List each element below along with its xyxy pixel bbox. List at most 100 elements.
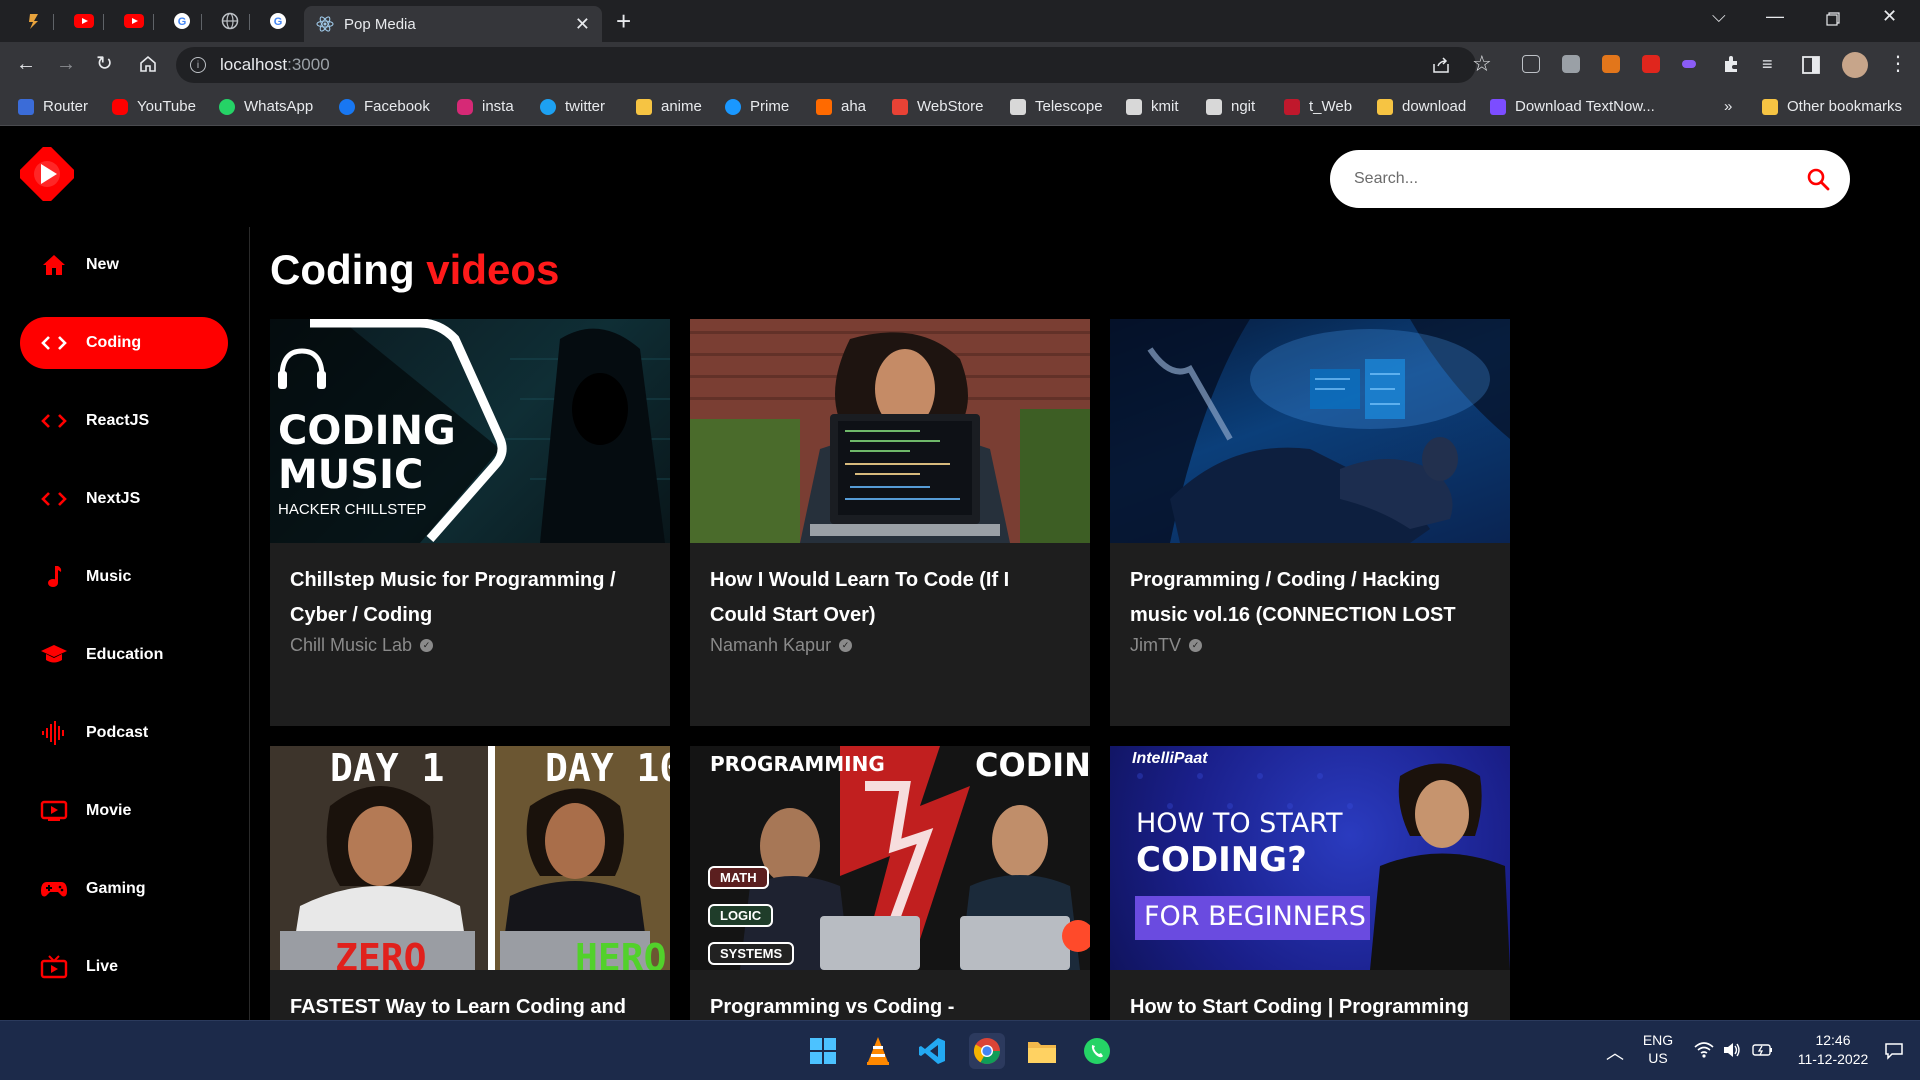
bookmark-insta[interactable]: insta: [457, 98, 514, 115]
sidebar-item-movie[interactable]: Movie: [20, 785, 228, 837]
facebook-icon: [339, 98, 355, 115]
video-title[interactable]: How I Would Learn To Code (If I Could St…: [710, 563, 1070, 633]
active-tab[interactable]: Pop Media ✕: [304, 6, 602, 42]
thumbnail-text: HOW TO START: [1136, 808, 1343, 839]
profile-avatar[interactable]: [1842, 52, 1868, 78]
video-card[interactable]: PROGRAMMING CODIN MATH LOGIC SYSTEMS Pro…: [690, 746, 1090, 1020]
bookmark-star-icon[interactable]: ☆: [1472, 52, 1492, 76]
taskbar-chrome[interactable]: [969, 1033, 1005, 1069]
bookmark-prime[interactable]: Prime: [725, 98, 789, 115]
bookmark-twitter[interactable]: twitter: [540, 98, 605, 115]
taskbar-whatsapp[interactable]: [1079, 1033, 1115, 1069]
restore-button[interactable]: [1826, 12, 1840, 26]
bookmark-webstore[interactable]: WebStore: [892, 98, 983, 115]
code-icon: [41, 414, 67, 428]
pinned-tab-youtube-2[interactable]: [114, 6, 154, 36]
bookmark-download-textnow[interactable]: Download TextNow...: [1490, 98, 1655, 115]
tweb-icon: [1284, 98, 1300, 115]
side-panel-icon[interactable]: [1802, 56, 1820, 74]
pinned-tab-youtube-1[interactable]: [64, 6, 104, 36]
video-title[interactable]: FASTEST Way to Learn Coding and: [290, 990, 650, 1020]
thumbnail-text: DAY 100: [545, 746, 670, 790]
bookmark-aha[interactable]: aha: [816, 98, 866, 115]
extension-link-icon[interactable]: [1682, 60, 1696, 68]
sidebar-item-music[interactable]: Music: [20, 551, 228, 603]
browser-tab-strip: G G Pop Media ✕ + ⌵ — ✕: [0, 0, 1920, 42]
extension-camera-icon[interactable]: [1562, 55, 1580, 73]
tab-search-chevron-icon[interactable]: ⌵: [1712, 6, 1726, 27]
video-card[interactable]: How I Would Learn To Code (If I Could St…: [690, 319, 1090, 726]
bookmark-other-bookmarks[interactable]: Other bookmarks: [1762, 98, 1902, 115]
share-icon[interactable]: [1432, 56, 1450, 74]
address-bar[interactable]: i localhost:3000: [176, 47, 1476, 83]
textnow-icon: [1490, 98, 1506, 115]
taskbar-file-explorer[interactable]: [1024, 1033, 1060, 1069]
sidebar-item-podcast[interactable]: Podcast: [20, 707, 228, 759]
bookmark-facebook[interactable]: Facebook: [339, 98, 430, 115]
sidebar-item-new[interactable]: New: [20, 239, 228, 291]
video-card[interactable]: CODING MUSIC HACKER CHILLSTEP Chillstep …: [270, 319, 670, 726]
bookmark-telescope[interactable]: Telescope: [1010, 98, 1103, 115]
sidebar-item-coding[interactable]: Coding: [20, 317, 228, 369]
media-queue-icon[interactable]: ≡: [1762, 52, 1773, 76]
wifi-icon[interactable]: [1694, 1041, 1714, 1059]
taskbar-vscode[interactable]: [914, 1033, 950, 1069]
video-title[interactable]: Programming vs Coding - What&#39;s: [710, 990, 1070, 1020]
home-button[interactable]: [138, 54, 158, 74]
sidebar-item-live[interactable]: Live: [20, 941, 228, 993]
volume-icon[interactable]: [1722, 1041, 1742, 1059]
notifications-icon[interactable]: [1884, 1040, 1904, 1060]
video-card[interactable]: IntelliPaat HOW TO START CODING? FOR BEG…: [1110, 746, 1510, 1020]
video-title[interactable]: Programming / Coding / Hacking music vol…: [1130, 563, 1490, 633]
thumbnail-text: CODIN: [975, 746, 1090, 784]
video-card[interactable]: DAY 1 DAY 100 ZERO HERO FASTEST Way to L…: [270, 746, 670, 1020]
taskbar-vlc[interactable]: [860, 1033, 896, 1069]
bookmark-whatsapp[interactable]: WhatsApp: [219, 98, 313, 115]
pinned-tab-globe[interactable]: [210, 6, 250, 36]
bookmark-download[interactable]: download: [1377, 98, 1466, 115]
bookmark-kmit[interactable]: kmit: [1126, 98, 1179, 115]
pop-media-logo[interactable]: [20, 147, 74, 201]
pinned-tab-google-2[interactable]: G: [258, 6, 298, 36]
system-clock[interactable]: 12:46 11-12-2022: [1790, 1031, 1876, 1069]
back-button[interactable]: ←: [16, 52, 36, 76]
language-indicator[interactable]: ENG US: [1638, 1031, 1678, 1067]
verified-icon: ✓: [1189, 639, 1202, 652]
bookmark-anime[interactable]: anime: [636, 98, 702, 115]
site-info-icon[interactable]: i: [190, 57, 206, 73]
new-tab-button[interactable]: +: [616, 8, 631, 34]
pinned-tab-1[interactable]: [14, 6, 54, 36]
metamask-icon[interactable]: [1602, 55, 1620, 73]
pdf-icon[interactable]: [1642, 55, 1660, 73]
minimize-button[interactable]: —: [1766, 6, 1784, 27]
show-hidden-icons-chevron[interactable]: ︿: [1606, 1039, 1624, 1065]
channel-name[interactable]: JimTV ✓: [1130, 635, 1490, 656]
battery-icon[interactable]: [1752, 1042, 1774, 1058]
sidebar-item-gaming[interactable]: Gaming: [20, 863, 228, 915]
start-button[interactable]: [805, 1033, 841, 1069]
extension-doc-icon[interactable]: [1522, 55, 1540, 73]
reload-button[interactable]: ↻: [96, 52, 113, 76]
sidebar-item-nextjs[interactable]: NextJS: [20, 473, 228, 525]
bookmark-router[interactable]: Router: [18, 98, 88, 115]
bookmark-ngit[interactable]: ngit: [1206, 98, 1255, 115]
video-title[interactable]: Chillstep Music for Programming / Cyber …: [290, 563, 650, 633]
bookmarks-overflow-button[interactable]: »: [1724, 98, 1732, 115]
video-card[interactable]: Programming / Coding / Hacking music vol…: [1110, 319, 1510, 726]
close-window-button[interactable]: ✕: [1882, 6, 1897, 27]
channel-name[interactable]: Namanh Kapur ✓: [710, 635, 1070, 656]
pinned-app-icon: [29, 14, 38, 29]
search-icon[interactable]: [1806, 167, 1830, 191]
video-title[interactable]: How to Start Coding | Programming for: [1130, 990, 1490, 1020]
pinned-tab-google-1[interactable]: G: [162, 6, 202, 36]
bookmark-tweb[interactable]: t_Web: [1284, 98, 1352, 115]
forward-button[interactable]: →: [56, 52, 76, 76]
search-input[interactable]: [1354, 170, 1806, 188]
channel-name[interactable]: Chill Music Lab ✓: [290, 635, 650, 656]
bookmark-youtube[interactable]: YouTube: [112, 98, 196, 115]
sidebar-item-reactjs[interactable]: ReactJS: [20, 395, 228, 447]
close-tab-icon[interactable]: ✕: [575, 14, 590, 35]
sidebar-item-education[interactable]: Education: [20, 629, 228, 681]
browser-menu-icon[interactable]: ⋮: [1888, 52, 1908, 76]
extensions-puzzle-icon[interactable]: [1722, 54, 1742, 74]
